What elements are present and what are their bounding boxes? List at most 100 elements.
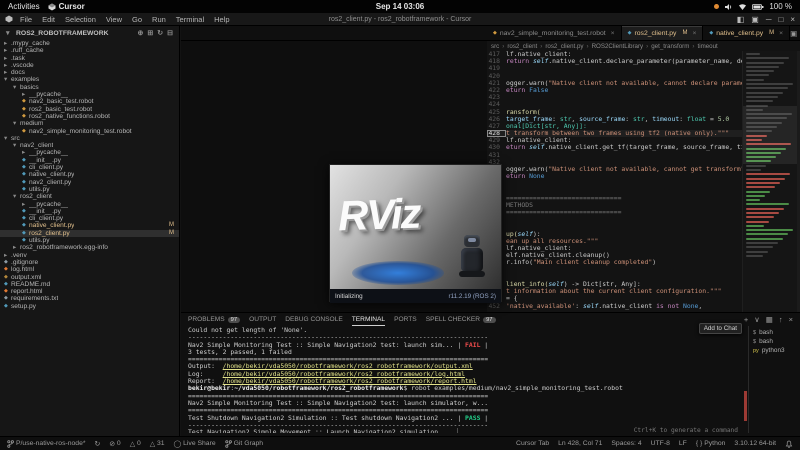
clock[interactable]: Sep 14 03:06 bbox=[376, 2, 424, 11]
system-tray[interactable]: 100 % bbox=[714, 2, 792, 11]
menu-view[interactable]: View bbox=[102, 15, 126, 24]
focused-app-indicator[interactable]: Cursor bbox=[48, 2, 85, 11]
menu-terminal[interactable]: Terminal bbox=[172, 15, 208, 24]
breadcrumb-item[interactable]: ros2_client bbox=[507, 43, 537, 50]
breadcrumb-item[interactable]: ROS2ClientLibrary bbox=[592, 43, 644, 50]
tab-native_client.py[interactable]: ◆ native_client.py M × bbox=[703, 26, 791, 40]
tab-ros2_client.py[interactable]: ◆ ros2_client.py M × bbox=[621, 26, 704, 40]
close-icon[interactable]: × bbox=[609, 30, 615, 37]
tree-item[interactable]: ▾ src bbox=[0, 135, 179, 142]
terminal-dropdown-icon[interactable]: ∨ bbox=[754, 315, 760, 324]
layout-panel-icon[interactable]: ▣ bbox=[751, 15, 759, 24]
status-item-spaces-4[interactable]: Spaces: 4 bbox=[611, 440, 641, 447]
split-terminal-icon[interactable]: ▦ bbox=[766, 315, 773, 324]
tree-item[interactable]: ◆ nav2_basic_test.robot bbox=[0, 98, 179, 105]
tree-item[interactable]: ▸ ros2_robotframework.egg-info bbox=[0, 244, 179, 251]
close-icon[interactable]: × bbox=[777, 30, 783, 37]
close-button[interactable]: × bbox=[790, 15, 795, 24]
tree-item[interactable]: ◆ __init__.py bbox=[0, 208, 179, 215]
tree-item[interactable]: ▸ .venv bbox=[0, 252, 179, 259]
tree-item[interactable]: ◆ __init__.py bbox=[0, 157, 179, 164]
tree-item[interactable]: ◆ native_client.py bbox=[0, 171, 179, 178]
tree-item[interactable]: ▸ __pycache__ bbox=[0, 149, 179, 156]
panel-tab-terminal[interactable]: Terminal bbox=[352, 313, 385, 326]
panel-tab-output[interactable]: Output bbox=[249, 313, 276, 326]
status-item-live-share[interactable]: ◯ Live Share bbox=[174, 440, 216, 448]
layout-sidebar-icon[interactable]: ◧ bbox=[737, 15, 745, 24]
add-to-chat-tooltip[interactable]: Add to Chat bbox=[698, 323, 742, 334]
tree-item[interactable]: ▾ medium bbox=[0, 120, 179, 127]
minimap[interactable] bbox=[742, 51, 797, 312]
split-editor-icon[interactable]: ▣ bbox=[790, 29, 797, 38]
menu-selection[interactable]: Selection bbox=[61, 15, 100, 24]
tree-item[interactable]: ◆ README.md bbox=[0, 281, 179, 288]
refresh-icon[interactable]: ↻ bbox=[157, 29, 163, 37]
minimize-button[interactable]: ─ bbox=[766, 15, 772, 24]
tree-item[interactable]: ▾ basics bbox=[0, 84, 179, 91]
code-editor[interactable]: 417 lf.native_client: 418 return self.nativ… bbox=[487, 51, 742, 312]
menu-edit[interactable]: Edit bbox=[38, 15, 59, 24]
tree-item[interactable]: ▸ .mypy_cache bbox=[0, 40, 179, 47]
menu-help[interactable]: Help bbox=[210, 15, 233, 24]
menu-go[interactable]: Go bbox=[128, 15, 146, 24]
terminal-instance-python3[interactable]: py python3 bbox=[749, 346, 800, 355]
breadcrumb-item[interactable]: get_transform bbox=[651, 43, 689, 50]
tree-item[interactable]: ◆ nav2_client.py bbox=[0, 179, 179, 186]
status-item-lf[interactable]: LF bbox=[679, 440, 687, 447]
tree-item[interactable]: ◆ requirements.txt bbox=[0, 295, 179, 302]
panel-tab-ports[interactable]: Ports bbox=[394, 313, 417, 326]
explorer-header[interactable]: ▾ ROS2_ROBOTFRAMEWORK ⊕ ⊞ ↻ ⊟ bbox=[0, 26, 179, 40]
tree-item[interactable]: ◆ ros2_client.py M bbox=[0, 229, 179, 238]
menu-run[interactable]: Run bbox=[148, 15, 170, 24]
panel-tab-spell-checker[interactable]: Spell Checker 97 bbox=[426, 313, 496, 326]
tree-item[interactable]: ◆ log.html bbox=[0, 266, 179, 273]
terminal-output[interactable]: Could not get length of 'None'. ---------… bbox=[188, 327, 744, 433]
new-terminal-icon[interactable]: + bbox=[744, 315, 748, 324]
tree-item[interactable]: ◆ cli_client.py bbox=[0, 215, 179, 222]
tree-item[interactable]: ◆ ros2_native_functions.robot bbox=[0, 113, 179, 120]
terminal-instance-bash[interactable]: $ bash bbox=[749, 328, 800, 337]
tree-item[interactable]: ▸ .task bbox=[0, 55, 179, 62]
terminal-instance-bash[interactable]: $ bash bbox=[749, 337, 800, 346]
maximize-panel-icon[interactable]: ↑ bbox=[779, 315, 783, 324]
tree-item[interactable]: ◆ utils.py bbox=[0, 237, 179, 244]
breadcrumb-item[interactable]: timeout bbox=[697, 43, 717, 50]
collapse-all-icon[interactable]: ⊟ bbox=[167, 29, 173, 37]
app-menu-icon[interactable] bbox=[5, 15, 13, 23]
status-item-ln-428-col-71[interactable]: Ln 428, Col 71 bbox=[558, 440, 602, 447]
activities-button[interactable]: Activities bbox=[8, 2, 40, 11]
tree-item[interactable]: ▾ examples bbox=[0, 76, 179, 83]
panel-tab-problems[interactable]: Problems 97 bbox=[188, 313, 241, 326]
status-item-git-graph[interactable]: Git Graph bbox=[224, 439, 263, 448]
status-item-utf-8[interactable]: UTF-8 bbox=[651, 440, 670, 447]
tree-item[interactable]: ◆ native_client.py M bbox=[0, 222, 179, 229]
breadcrumb-item[interactable]: ros2_client.py bbox=[545, 43, 583, 50]
tree-item[interactable]: ◆ report.html bbox=[0, 288, 179, 295]
status-item-python[interactable]: { } Python bbox=[696, 440, 726, 447]
maximize-button[interactable]: □ bbox=[778, 15, 783, 24]
status-item-3-10-12-64-bit[interactable]: 3.10.12 64-bit bbox=[734, 440, 776, 447]
tree-item[interactable]: ▸ docs bbox=[0, 69, 179, 76]
close-icon[interactable]: × bbox=[690, 30, 696, 37]
status-item-cursor-tab[interactable]: Cursor Tab bbox=[516, 440, 549, 447]
new-folder-icon[interactable]: ⊞ bbox=[147, 29, 153, 37]
tab-nav2_simple_monitoring_test.robot[interactable]: ◆ nav2_simple_monitoring_test.robot × bbox=[487, 26, 622, 40]
status-item-0[interactable]: ⊘ 0 bbox=[109, 440, 120, 448]
tree-item[interactable]: ▾ ros2_client bbox=[0, 193, 179, 200]
status-item-bell[interactable] bbox=[785, 440, 793, 448]
panel-tab-debug-console[interactable]: Debug Console bbox=[285, 313, 343, 326]
tree-item[interactable]: ▾ nav2_client bbox=[0, 142, 179, 149]
tree-item[interactable]: ◆ utils.py bbox=[0, 186, 179, 193]
status-item-0[interactable]: △ 0 bbox=[130, 440, 141, 448]
tree-item[interactable]: ▸ .ruff_cache bbox=[0, 47, 179, 54]
tree-item[interactable]: ▸ __pycache__ bbox=[0, 201, 179, 208]
status-item-p-use-native-ros-node-[interactable]: P/use-native-ros-node* bbox=[7, 439, 86, 448]
tree-item[interactable]: ◆ nav2_simple_monitoring_test.robot bbox=[0, 128, 179, 135]
tree-item[interactable]: ◆ setup.py bbox=[0, 303, 179, 310]
menu-file[interactable]: File bbox=[16, 15, 36, 24]
tree-item[interactable]: ◆ cli_client.py bbox=[0, 164, 179, 171]
tree-item[interactable]: ▸ .vscode bbox=[0, 62, 179, 69]
new-file-icon[interactable]: ⊕ bbox=[138, 29, 144, 37]
minimap-viewport[interactable] bbox=[743, 106, 797, 164]
status-item-31[interactable]: △ 31 bbox=[150, 440, 165, 448]
